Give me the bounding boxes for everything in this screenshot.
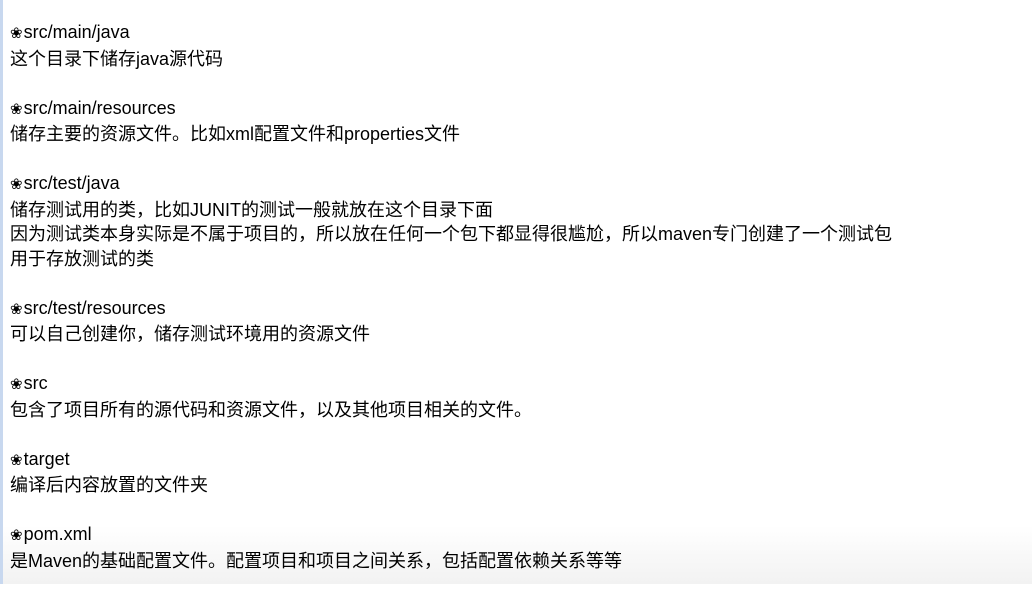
section-title: src	[23, 373, 48, 393]
flower-bullet-icon: ❀	[10, 376, 23, 393]
section-src: ❀src 包含了项目所有的源代码和资源文件，以及其他项目相关的文件。	[10, 371, 892, 422]
section-pom-xml: ❀pom.xml 是Maven的基础配置文件。配置项目和项目之间关系，包括配置依赖…	[10, 522, 892, 573]
section-heading: ❀src/main/resources	[10, 96, 892, 123]
section-description: 储存测试用的类，比如JUNIT的测试一般就放在这个目录下面	[10, 199, 493, 220]
flower-bullet-icon: ❀	[10, 176, 23, 193]
section-description: 储存主要的资源文件。比如xml配置文件和properties文件	[10, 124, 461, 144]
section-title: src/main/java	[23, 22, 130, 42]
section-description: 可以自己创建你，储存测试环境用的资源文件	[10, 324, 370, 344]
left-edge-border	[0, 0, 3, 584]
section-title: target	[23, 448, 70, 469]
document-body: ❀src/main/java 这个目录下储存java源代码 ❀src/main/re…	[10, 20, 892, 598]
section-heading: ❀src/test/resources	[10, 296, 892, 323]
flower-bullet-icon: ❀	[10, 527, 23, 544]
section-target: ❀target 编译后内容放置的文件夹	[10, 447, 892, 498]
section-description: 因为测试类本身实际是不属于项目的，所以放在任何一个包下都显得很尴尬，所以mave…	[10, 224, 893, 244]
section-heading: ❀src/test/java	[10, 171, 892, 198]
section-title: src/main/resources	[23, 97, 176, 118]
section-description: 包含了项目所有的源代码和资源文件，以及其他项目相关的文件。	[10, 399, 532, 420]
section-src-main-resources: ❀src/main/resources 储存主要的资源文件。比如xml配置文件和p…	[10, 96, 892, 147]
section-src-test-resources: ❀src/test/resources 可以自己创建你，储存测试环境用的资源文件	[10, 296, 892, 347]
section-heading: ❀target	[10, 447, 892, 474]
section-heading: ❀pom.xml	[10, 522, 892, 549]
section-description: 用于存放测试的类	[10, 248, 154, 269]
flower-bullet-icon: ❀	[10, 100, 23, 118]
section-title: src/test/java	[23, 173, 120, 193]
flower-bullet-icon: ❀	[10, 25, 23, 42]
section-title: src/test/resources	[23, 297, 166, 318]
section-description: 这个目录下储存java源代码	[10, 48, 224, 69]
section-src-main-java: ❀src/main/java 这个目录下储存java源代码	[10, 20, 892, 71]
section-title: pom.xml	[23, 524, 92, 544]
section-description: 是Maven的基础配置文件。配置项目和项目之间关系，包括配置依赖关系等等	[10, 550, 623, 571]
flower-bullet-icon: ❀	[10, 451, 23, 469]
section-heading: ❀src	[10, 371, 892, 398]
section-heading: ❀src/main/java	[10, 20, 892, 47]
section-src-test-java: ❀src/test/java 储存测试用的类，比如JUNIT的测试一般就放在这个目…	[10, 171, 892, 271]
section-description: 编译后内容放置的文件夹	[10, 475, 208, 495]
flower-bullet-icon: ❀	[10, 300, 23, 318]
